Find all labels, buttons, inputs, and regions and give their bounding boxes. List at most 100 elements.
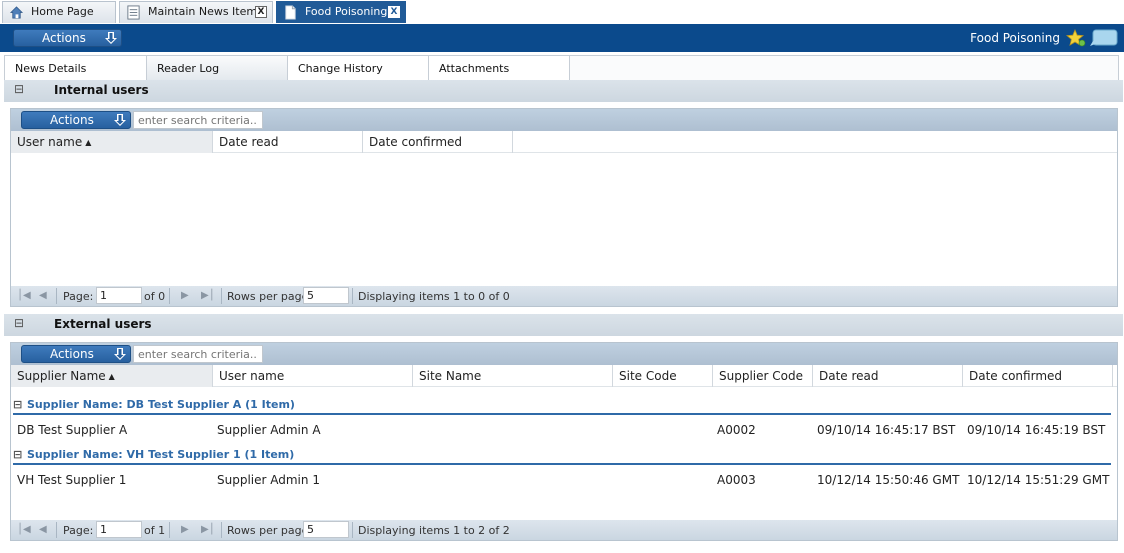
collapse-group-icon[interactable]: ⊟ [13,395,23,415]
display-status: Displaying items 1 to 0 of 0 [358,290,510,303]
collapse-icon[interactable]: ⊟ [14,316,24,330]
group-header-row[interactable]: ⊟ Supplier Name: DB Test Supplier A (1 It… [13,395,1111,415]
internal-search-input[interactable] [133,111,263,129]
cell-date-read: 09/10/14 16:45:17 BST [817,423,956,437]
col-site-code[interactable]: Site Code [613,365,713,387]
col-date-read[interactable]: Date read [813,365,963,387]
subtab-change-history[interactable]: Change History [288,56,429,80]
subtab-reader-log[interactable]: Reader Log [147,56,288,80]
tab-food-poisoning[interactable]: Food Poisoning X [276,1,406,23]
last-page-icon[interactable]: ▶│ [201,524,215,535]
header-actions-button[interactable]: Actions [13,29,122,47]
sub-tab-bar: News Details Reader Log Change History A… [4,55,1119,81]
tab-label: Home Page [31,5,94,18]
internal-pager: │◀ ◀ Page: 1 of 0 ▶ ▶│ Rows per page 5 D… [11,286,1117,306]
cell-date-read: 10/12/14 15:50:46 GMT [817,473,960,487]
pager-divider [169,522,170,538]
col-date-read[interactable]: Date read [213,131,363,153]
col-supplier-name[interactable]: Supplier Name ▲ [11,365,213,387]
grid-toolbar: Actions [11,109,1117,131]
col-site-name[interactable]: Site Name [413,365,613,387]
pager-divider [352,288,353,304]
table-row[interactable]: DB Test Supplier A Supplier Admin A A000… [11,419,1111,441]
rows-per-page-input[interactable]: 5 [303,287,349,304]
collapse-group-icon[interactable]: ⊟ [13,445,23,465]
document-list-icon [127,5,140,20]
close-tab-icon[interactable]: X [388,6,400,18]
page-input[interactable]: 1 [96,521,142,538]
subtab-attachments[interactable]: Attachments [429,56,570,80]
close-tab-icon[interactable]: X [255,6,267,18]
tab-strip: Home Page Maintain News Items X Food Poi… [0,0,1124,24]
tab-maintain-news-items[interactable]: Maintain News Items X [119,1,273,23]
tab-label: Food Poisoning [305,5,388,18]
tab-home-page[interactable]: Home Page [2,1,116,23]
internal-actions-button[interactable]: Actions [21,111,131,129]
cell-date-confirmed: 09/10/14 16:45:19 BST [967,423,1106,437]
section-title: External users [54,317,152,331]
sort-ascending-icon: ▲ [85,138,92,147]
col-date-confirmed[interactable]: Date confirmed [363,131,513,153]
actions-label: Actions [50,113,94,127]
prev-page-icon[interactable]: ◀ [39,524,47,535]
header-bar: Actions Food Poisoning [0,24,1124,52]
external-users-grid: Actions Supplier Name▲ User name Site Na… [10,342,1118,541]
prev-page-icon[interactable]: ◀ [39,290,47,301]
favorite-star-icon[interactable] [1066,29,1086,47]
external-users-header: ⊟ External users [4,314,1123,336]
col-user-name[interactable]: User name ▲ [11,131,213,153]
internal-users-grid: Actions User name▲ Date read Date confir… [10,108,1118,307]
next-page-icon[interactable]: ▶ [181,524,189,535]
pager-divider [56,522,57,538]
last-page-icon[interactable]: ▶│ [201,290,215,301]
rows-per-page-label: Rows per page [227,290,309,303]
section-title: Internal users [54,83,149,97]
next-page-icon[interactable]: ▶ [181,290,189,301]
arrow-down-icon [114,114,126,126]
col-date-confirmed[interactable]: Date confirmed [963,365,1113,387]
first-page-icon[interactable]: │◀ [17,290,31,301]
arrow-down-icon [114,348,126,360]
document-icon [285,5,296,20]
rows-per-page-input[interactable]: 5 [303,521,349,538]
group-header-row[interactable]: ⊟ Supplier Name: VH Test Supplier 1 (1 It… [13,445,1111,465]
cell-supplier-name: VH Test Supplier 1 [17,473,127,487]
pager-divider [56,288,57,304]
col-label: User name [17,135,83,149]
home-icon [9,6,24,19]
page-input[interactable]: 1 [96,287,142,304]
sort-ascending-icon: ▲ [108,372,115,381]
page-title: Food Poisoning [970,31,1060,45]
actions-label: Actions [42,31,86,45]
page-label: Page: [63,524,94,537]
pager-divider [221,288,222,304]
external-actions-button[interactable]: Actions [21,345,131,363]
collapse-icon[interactable]: ⊟ [14,82,24,96]
group-label: Supplier Name: DB Test Supplier A (1 Ite… [27,398,295,411]
col-supplier-code[interactable]: Supplier Code [713,365,813,387]
external-column-headers: Supplier Name ▲ User name Site Name Site … [11,365,1117,387]
table-row[interactable]: VH Test Supplier 1 Supplier Admin 1 A000… [11,469,1111,491]
external-search-input[interactable] [133,345,263,363]
external-pager: │◀ ◀ Page: 1 of 1 ▶ ▶│ Rows per page 5 D… [11,520,1117,540]
page-count: of 1 [144,524,166,537]
pager-divider [169,288,170,304]
cell-date-confirmed: 10/12/14 15:51:29 GMT [967,473,1110,487]
display-status: Displaying items 1 to 2 of 2 [358,524,510,537]
subtab-news-details[interactable]: News Details [5,56,147,80]
cell-supplier-code: A0002 [717,423,756,437]
chat-icon[interactable] [1090,29,1118,47]
page-count: of 0 [144,290,166,303]
grid-toolbar: Actions [11,343,1117,365]
cell-user-name: Supplier Admin A [217,423,321,437]
pager-divider [352,522,353,538]
page-label: Page: [63,290,94,303]
internal-column-headers: User name ▲ Date read Date confirmed [11,131,1117,153]
first-page-icon[interactable]: │◀ [17,524,31,535]
tab-label: Maintain News Items [148,5,263,18]
pager-divider [221,522,222,538]
rows-per-page-label: Rows per page [227,524,309,537]
col-user-name[interactable]: User name [213,365,413,387]
cell-user-name: Supplier Admin 1 [217,473,320,487]
cell-supplier-name: DB Test Supplier A [17,423,128,437]
